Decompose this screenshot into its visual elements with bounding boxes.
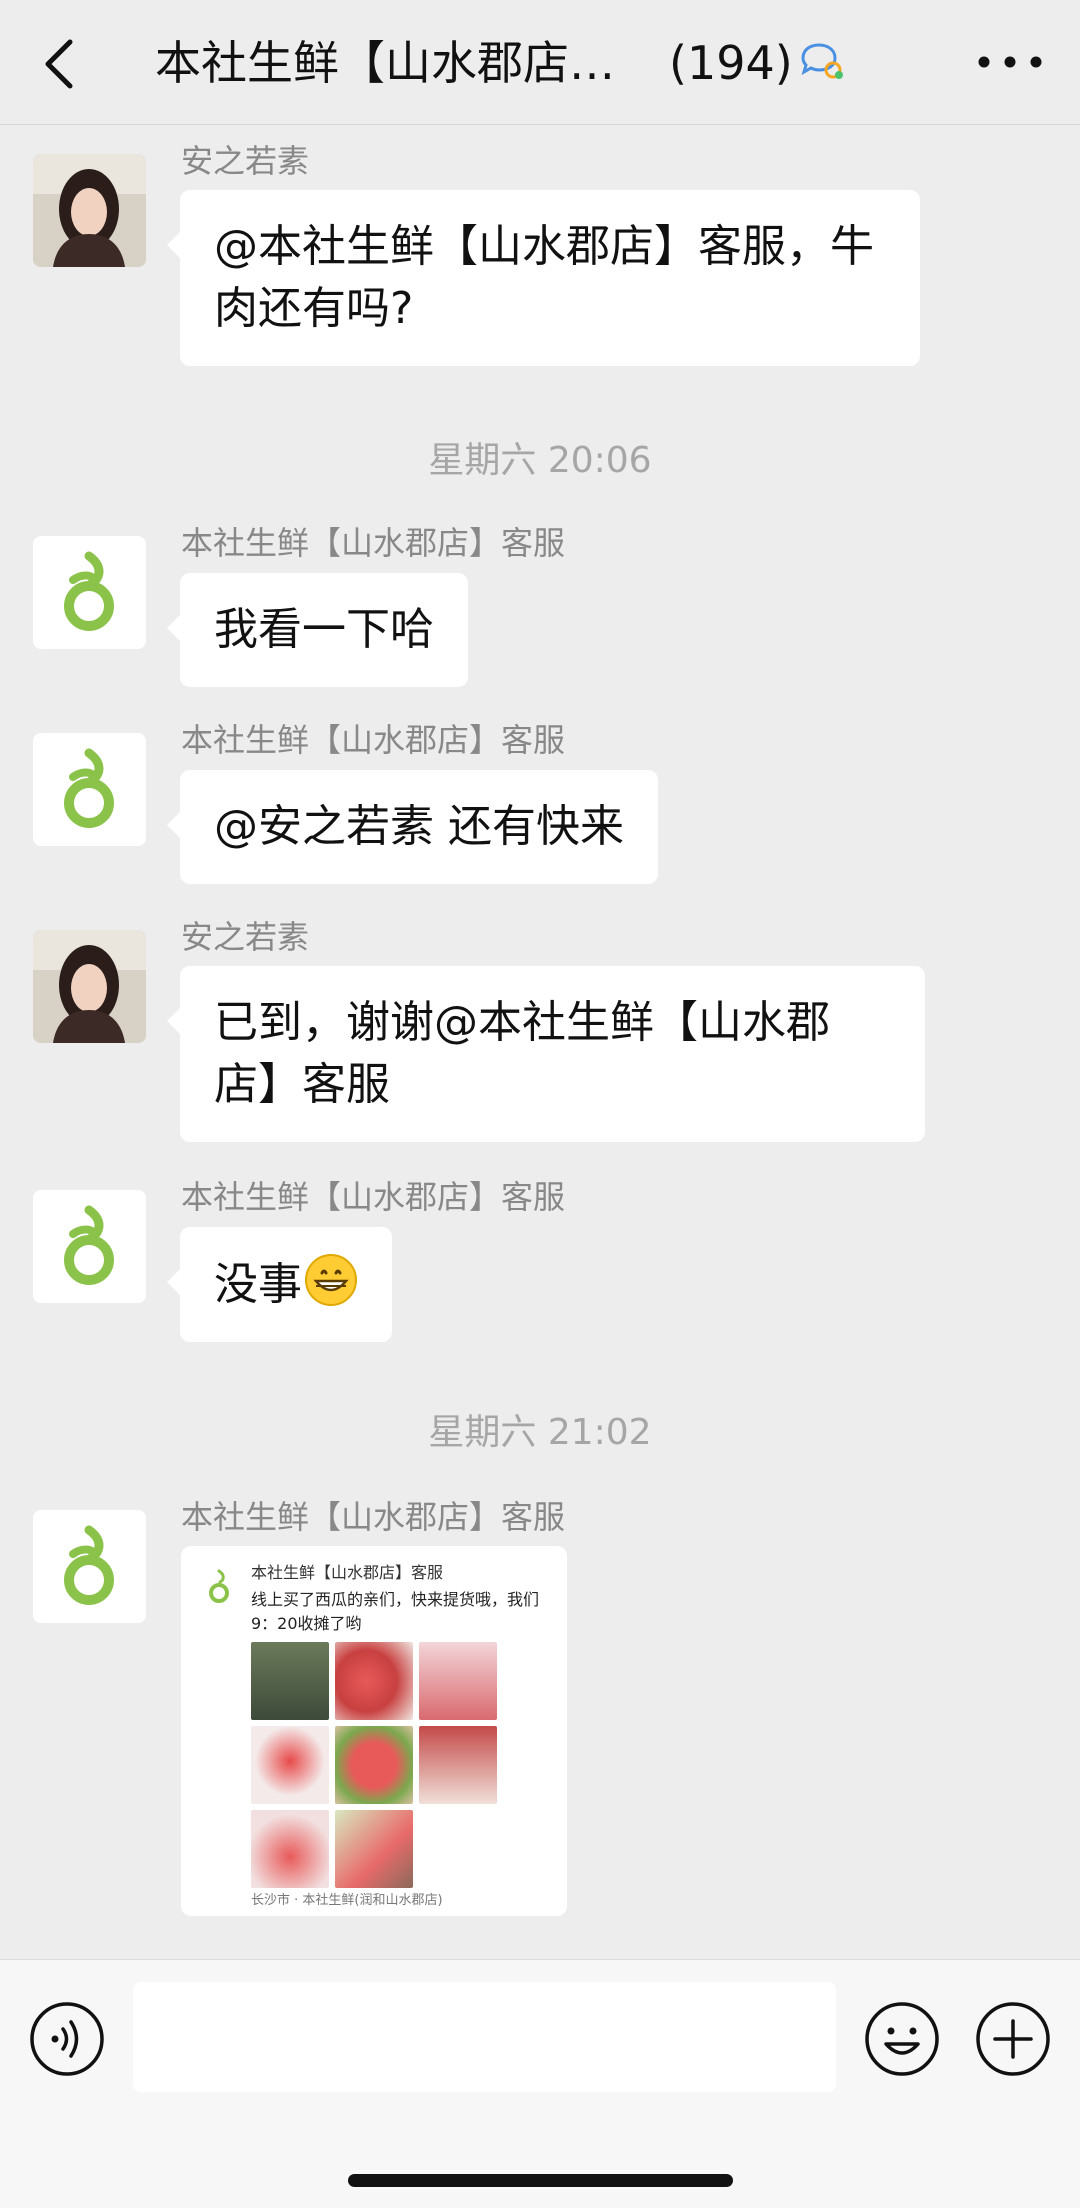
photo-thumbnail[interactable]: [335, 1726, 413, 1804]
message-bubble[interactable]: @本社生鲜【山水郡店】客服，牛肉还有吗?: [167, 190, 920, 366]
avatar[interactable]: [33, 154, 146, 267]
sender-name: 安之若素: [181, 142, 310, 180]
grinning-face-icon: [305, 1254, 357, 1306]
photo-thumbnail[interactable]: [335, 1642, 413, 1720]
photo-thumbnail[interactable]: [251, 1642, 329, 1720]
chat-header: 本社生鲜【山水郡店】... (194): [0, 0, 1080, 125]
card-location: 长沙市 · 本社生鲜(润和山水郡店): [251, 1893, 443, 1908]
message-input[interactable]: [133, 1982, 836, 2092]
message-bubble[interactable]: 已到，谢谢@本社生鲜【山水郡店】客服: [167, 966, 925, 1142]
person-avatar-icon: [33, 930, 146, 1043]
emoji-icon[interactable]: [863, 2000, 941, 2078]
photo-thumbnail[interactable]: [419, 1726, 497, 1804]
photo-thumbnail[interactable]: [419, 1642, 497, 1720]
chat-bubbles-icon: [801, 43, 843, 79]
brand-logo-icon: [209, 1569, 229, 1603]
input-bar: [0, 1959, 1080, 2208]
avatar[interactable]: [33, 930, 146, 1043]
message-bubble[interactable]: 我看一下哈: [167, 573, 468, 687]
member-count: (194): [669, 36, 793, 90]
group-name: 本社生鲜【山水郡店】...: [155, 36, 655, 90]
sender-name: 本社生鲜【山水郡店】客服: [181, 721, 566, 759]
brand-logo-icon: [64, 748, 114, 828]
image-grid: [251, 1642, 501, 1888]
photo-thumbnail[interactable]: [335, 1810, 413, 1888]
avatar[interactable]: [33, 536, 146, 649]
chat-title[interactable]: 本社生鲜【山水郡店】... (194): [155, 28, 875, 98]
timestamp: 星期六 21:02: [428, 1412, 652, 1453]
brand-logo-icon: [64, 1525, 114, 1605]
person-avatar-icon: [33, 154, 146, 267]
card-title: 本社生鲜【山水郡店】客服: [251, 1563, 444, 1582]
sender-name: 本社生鲜【山水郡店】客服: [181, 524, 566, 562]
avatar[interactable]: [33, 733, 146, 846]
message-bubble[interactable]: 没事: [167, 1227, 392, 1342]
message-text: 没事: [214, 1259, 302, 1310]
brand-logo-icon: [64, 551, 114, 631]
message-bubble[interactable]: @安之若素 还有快来: [167, 770, 658, 884]
photo-thumbnail[interactable]: [251, 1810, 329, 1888]
plus-icon[interactable]: [974, 2000, 1052, 2078]
photo-thumbnail[interactable]: [251, 1726, 329, 1804]
brand-logo-icon: [64, 1205, 114, 1285]
home-indicator[interactable]: [348, 2174, 733, 2187]
chevron-left-icon[interactable]: [38, 34, 84, 94]
sender-name: 本社生鲜【山水郡店】客服: [181, 1178, 566, 1216]
sender-name: 安之若素: [181, 918, 310, 956]
more-horizontal-icon[interactable]: [970, 40, 1050, 84]
voice-icon[interactable]: [28, 2000, 106, 2078]
card-text: 线上买了西瓜的亲们，快来提货哦，我们9：20收摊了哟: [251, 1590, 540, 1633]
avatar[interactable]: [33, 1510, 146, 1623]
shared-moment-card[interactable]: 本社生鲜【山水郡店】客服 线上买了西瓜的亲们，快来提货哦，我们9：20收摊了哟 …: [181, 1546, 567, 1916]
sender-name: 本社生鲜【山水郡店】客服: [181, 1498, 566, 1536]
avatar[interactable]: [33, 1190, 146, 1303]
timestamp: 星期六 20:06: [428, 440, 652, 481]
